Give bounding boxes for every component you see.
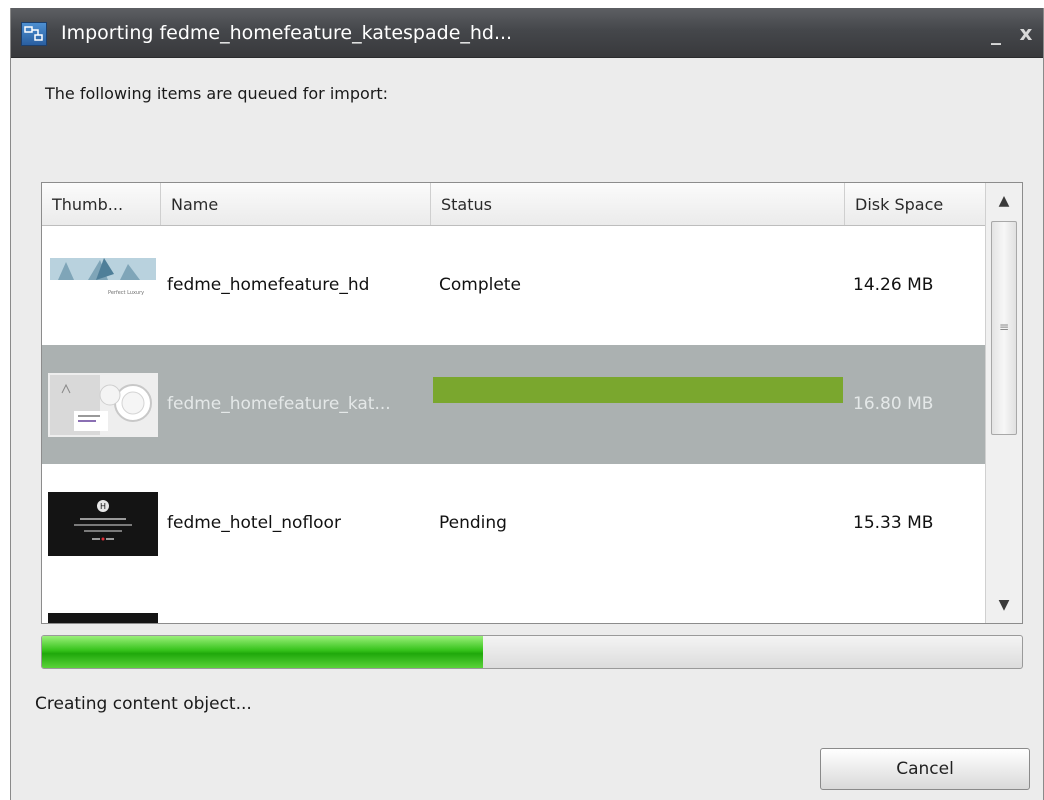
list-item[interactable]: H fedme_hotel_nofloor Pending 15.33 MB — [42, 464, 986, 583]
scroll-down-icon[interactable]: ▼ — [986, 589, 1022, 621]
cancel-button[interactable]: Cancel — [820, 748, 1030, 790]
title-bar[interactable]: Importing fedme_homefeature_katespade_hd… — [11, 8, 1043, 58]
item-status: Complete — [439, 275, 521, 295]
overall-progress-bar — [41, 635, 1023, 669]
column-header-status[interactable]: Status — [431, 183, 845, 225]
item-disk-space: 15.33 MB — [853, 513, 934, 533]
status-text: Creating content object... — [35, 694, 252, 714]
thumbnail-image: H — [48, 492, 158, 556]
list-item[interactable] — [42, 583, 986, 623]
import-dialog: Importing fedme_homefeature_katespade_hd… — [10, 8, 1044, 800]
item-disk-space: 16.80 MB — [853, 394, 934, 414]
item-name: fedme_homefeature_kat... — [167, 394, 391, 414]
svg-text:H: H — [100, 502, 106, 511]
close-icon[interactable]: x — [1015, 20, 1037, 46]
import-queue-list[interactable]: Thumb... Name Status Disk Space Perfect … — [41, 182, 1023, 624]
item-name: fedme_hotel_nofloor — [167, 513, 341, 533]
item-status: Pending — [439, 513, 507, 533]
thumbnail-image: Perfect Luxury — [48, 254, 158, 318]
window-title: Importing fedme_homefeature_katespade_hd… — [61, 22, 513, 44]
app-icon — [21, 22, 47, 46]
column-header-disk-space[interactable]: Disk Space — [845, 183, 986, 225]
minimize-icon[interactable]: _ — [985, 20, 1007, 46]
column-header-name[interactable]: Name — [161, 183, 431, 225]
overall-progress-fill — [42, 636, 483, 668]
thumbnail-image — [48, 373, 158, 437]
list-item-selected[interactable]: fedme_homefeature_kat... 16.80 MB — [42, 345, 986, 464]
scroll-up-icon[interactable]: ▲ — [986, 185, 1022, 217]
list-header: Thumb... Name Status Disk Space — [42, 183, 986, 226]
thumbnail-caption: Perfect Luxury — [108, 290, 145, 296]
column-header-thumbnail[interactable]: Thumb... — [42, 183, 161, 225]
queued-label: The following items are queued for impor… — [45, 84, 389, 103]
item-disk-space: 14.26 MB — [853, 275, 934, 295]
scrollbar-thumb[interactable]: ≡ — [991, 221, 1017, 435]
list-item[interactable]: Perfect Luxury fedme_homefeature_hd Comp… — [42, 226, 986, 345]
vertical-scrollbar[interactable]: ▲ ≡ ▼ — [985, 183, 1022, 623]
item-progress-bar — [433, 377, 843, 403]
scroll-grip-icon: ≡ — [999, 320, 1010, 334]
thumbnail-image — [48, 613, 158, 623]
item-name: fedme_homefeature_hd — [167, 275, 370, 295]
